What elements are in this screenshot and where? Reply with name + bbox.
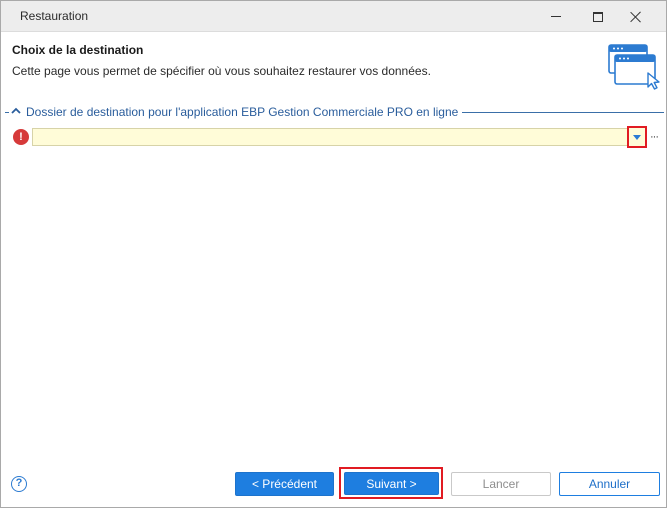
destination-group-label: Dossier de destination pour l'applicatio… [26, 105, 459, 119]
launch-button[interactable]: Lancer [451, 472, 551, 496]
previous-button[interactable]: < Précédent [235, 472, 334, 496]
minimize-icon [550, 16, 561, 17]
wizard-header: Choix de la destination Cette page vous … [1, 33, 666, 90]
destination-folder-input[interactable] [32, 128, 646, 146]
group-divider-left [5, 112, 9, 113]
help-icon[interactable]: ? [11, 476, 27, 492]
restore-wizard-window: Restauration Choix de la destination Cet… [0, 0, 667, 508]
group-divider-right [462, 112, 664, 113]
browse-button[interactable]: ··· [648, 128, 660, 146]
window-cursor-icon [608, 44, 660, 90]
maximize-button[interactable] [579, 1, 616, 32]
window-title: Restauration [20, 9, 89, 23]
chevron-down-icon [633, 134, 641, 140]
error-icon: ! [13, 129, 29, 145]
chevron-up-icon[interactable] [10, 105, 22, 117]
close-icon [630, 11, 642, 23]
minimize-button[interactable] [537, 1, 574, 32]
cancel-button[interactable]: Annuler [559, 472, 660, 496]
page-title: Choix de la destination [12, 43, 144, 57]
title-bar[interactable]: Restauration [1, 1, 666, 32]
page-subtitle: Cette page vous permet de spécifier où v… [12, 64, 431, 78]
close-button[interactable] [617, 1, 654, 32]
next-button[interactable]: Suivant > [344, 472, 439, 495]
destination-dropdown-button[interactable] [627, 126, 647, 148]
maximize-icon [592, 11, 603, 22]
